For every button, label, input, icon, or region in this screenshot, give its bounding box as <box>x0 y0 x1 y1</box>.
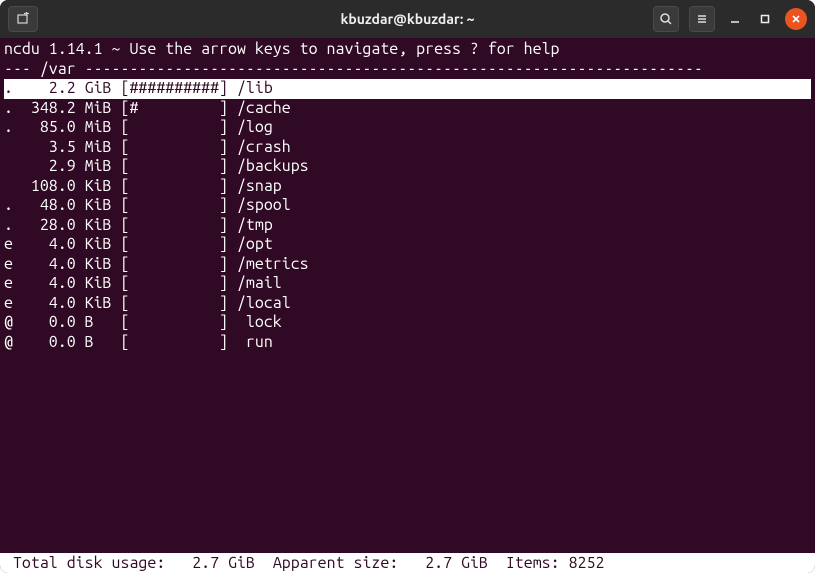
directory-row[interactable]: e 4.0 KiB [ ] /mail <box>4 274 811 294</box>
terminal-content[interactable]: ncdu 1.14.1 ~ Use the arrow keys to navi… <box>0 38 815 573</box>
titlebar-left-controls <box>8 6 38 32</box>
terminal-window: kbuzdar@kbuzdar: ~ ncdu 1.14.1 ~ Use the… <box>0 0 815 573</box>
ncdu-header: ncdu 1.14.1 ~ Use the arrow keys to navi… <box>4 40 811 60</box>
directory-row[interactable]: . 48.0 KiB [ ] /spool <box>4 196 811 216</box>
titlebar: kbuzdar@kbuzdar: ~ <box>0 0 815 38</box>
footer-apparent-label: Apparent size: <box>273 554 398 572</box>
directory-row[interactable]: 108.0 KiB [ ] /snap <box>4 177 811 197</box>
directory-row[interactable]: @ 0.0 B [ ] lock <box>4 313 811 333</box>
directory-row[interactable]: e 4.0 KiB [ ] /metrics <box>4 255 811 275</box>
footer-total-value: 2.7 GiB <box>192 554 255 572</box>
footer-items-value: 8252 <box>569 554 605 572</box>
new-tab-button[interactable] <box>8 6 38 32</box>
minimize-button[interactable] <box>725 9 745 29</box>
directory-row[interactable]: 3.5 MiB [ ] /crash <box>4 138 811 158</box>
window-title: kbuzdar@kbuzdar: ~ <box>340 11 474 27</box>
directory-row[interactable]: e 4.0 KiB [ ] /opt <box>4 235 811 255</box>
directory-row[interactable]: . 348.2 MiB [# ] /cache <box>4 99 811 119</box>
directory-row[interactable]: . 2.2 GiB [##########] /lib <box>4 79 811 99</box>
directory-row[interactable]: 2.9 MiB [ ] /backups <box>4 157 811 177</box>
maximize-button[interactable] <box>755 9 775 29</box>
ncdu-path-line: --- /var -------------------------------… <box>4 60 811 80</box>
search-button[interactable] <box>653 6 679 32</box>
footer-items-label: Items: <box>506 554 560 572</box>
directory-row[interactable]: e 4.0 KiB [ ] /local <box>4 294 811 314</box>
footer-total-label: Total disk usage: <box>13 554 165 572</box>
directory-list: . 2.2 GiB [##########] /lib. 348.2 MiB [… <box>4 79 811 352</box>
ncdu-footer: Total disk usage: 2.7 GiB Apparent size:… <box>0 553 815 573</box>
close-button[interactable] <box>785 8 807 30</box>
footer-apparent-value: 2.7 GiB <box>425 554 488 572</box>
directory-row[interactable]: . 28.0 KiB [ ] /tmp <box>4 216 811 236</box>
directory-row[interactable]: @ 0.0 B [ ] run <box>4 333 811 353</box>
titlebar-right-controls <box>653 6 807 32</box>
directory-row[interactable]: . 85.0 MiB [ ] /log <box>4 118 811 138</box>
menu-button[interactable] <box>689 6 715 32</box>
